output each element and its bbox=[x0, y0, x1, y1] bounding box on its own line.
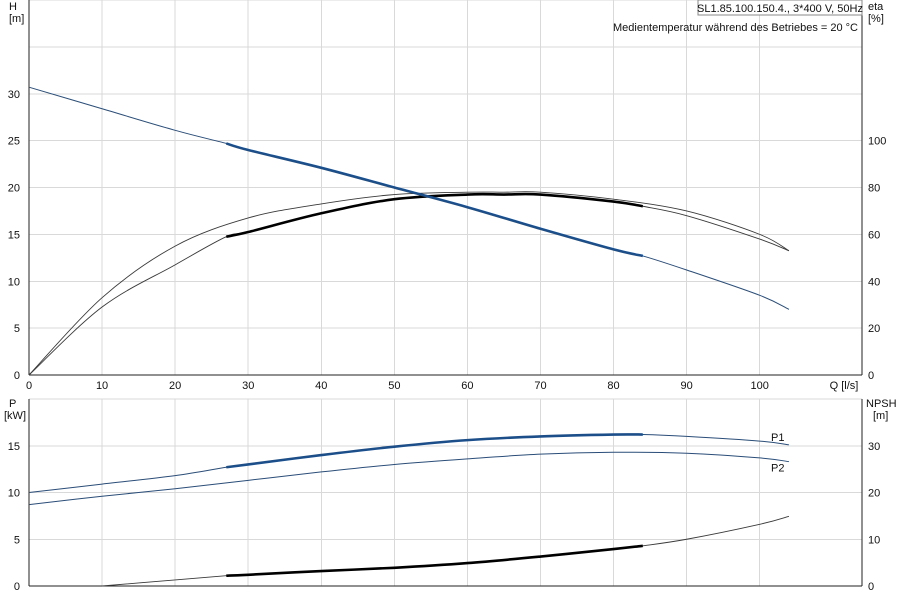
h-axis-unit: [m] bbox=[9, 13, 24, 25]
top-left-tick-label: 25 bbox=[8, 136, 20, 148]
x-tick-label: 0 bbox=[26, 380, 32, 392]
top-right-tick-label: 0 bbox=[868, 370, 874, 382]
top-left-tick-label: 0 bbox=[14, 370, 20, 382]
top-right-tick-label: 60 bbox=[868, 229, 880, 241]
top-right-tick-label: 100 bbox=[868, 136, 886, 148]
npsh-axis-unit: [m] bbox=[873, 410, 888, 422]
eta-axis-title: eta bbox=[868, 1, 884, 13]
p2-label: P2 bbox=[771, 463, 784, 475]
p1-operating-range bbox=[226, 433, 643, 469]
bottom-right-tick-label: 0 bbox=[868, 581, 874, 593]
npsh-axis-title: NPSH bbox=[866, 398, 897, 410]
npsh-curve bbox=[102, 515, 790, 587]
head-operating-range bbox=[225, 142, 644, 258]
bottom-left-tick-label: 15 bbox=[8, 441, 20, 453]
eta-curve bbox=[28, 193, 790, 376]
top-left-tick-label: 30 bbox=[8, 89, 20, 101]
p-axis-unit: [kW] bbox=[4, 410, 26, 422]
top-left-tick-label: 10 bbox=[8, 276, 20, 288]
p-axis-title: P bbox=[9, 398, 16, 410]
eta-axis-unit: [%] bbox=[868, 13, 884, 25]
pump-curves-svg: 0 10 20 30 40 50 60 70 80 90 100 Q [l/s]05101520253… bbox=[4, 0, 897, 593]
top-right-tick-label: 20 bbox=[868, 323, 880, 335]
x-tick-label: 50 bbox=[388, 380, 400, 392]
bottom-left-tick-label: 0 bbox=[14, 581, 20, 593]
x-tick-label: 20 bbox=[169, 380, 181, 392]
x-tick-label: 40 bbox=[315, 380, 327, 392]
p1-label: P1 bbox=[771, 432, 784, 444]
top-right-tick-label: 40 bbox=[868, 276, 880, 288]
eta-operating-range bbox=[226, 192, 644, 238]
pump-performance-chart: 0 10 20 30 40 50 60 70 80 90 100 Q [l/s] 0 5 10 15 20 25 3… bbox=[0, 0, 900, 600]
top-left-tick-label: 5 bbox=[14, 323, 20, 335]
x-tick-label: 90 bbox=[681, 380, 693, 392]
bottom-right-tick-label: 20 bbox=[868, 488, 880, 500]
bottom-right-tick-label: 30 bbox=[868, 441, 880, 453]
top-left-tick-label: 15 bbox=[8, 229, 20, 241]
h-axis-title: H bbox=[9, 1, 17, 13]
bottom-left-tick-label: 10 bbox=[8, 488, 20, 500]
x-tick-label: 10 bbox=[96, 380, 108, 392]
x-tick-label: 100 bbox=[751, 380, 769, 392]
p2-curve bbox=[28, 451, 789, 506]
bottom-right-tick-label: 10 bbox=[868, 534, 880, 546]
x-tick-label: 60 bbox=[461, 380, 473, 392]
medium-temperature-text: Medientemperatur während des Betriebes =… bbox=[613, 22, 858, 34]
x-axis-label: Q [l/s] bbox=[830, 380, 859, 392]
top-left-tick-label: 20 bbox=[8, 183, 20, 195]
x-tick-label: 80 bbox=[607, 380, 619, 392]
npsh-operating-range bbox=[226, 544, 643, 578]
x-tick-label: 70 bbox=[534, 380, 546, 392]
top-right-tick-label: 80 bbox=[868, 183, 880, 195]
model-info-text: SL1.85.100.150.4., 3*400 V, 50Hz bbox=[697, 3, 863, 15]
eta-upper-curve bbox=[28, 191, 790, 376]
bottom-left-tick-label: 5 bbox=[14, 534, 20, 546]
x-tick-label: 30 bbox=[242, 380, 254, 392]
